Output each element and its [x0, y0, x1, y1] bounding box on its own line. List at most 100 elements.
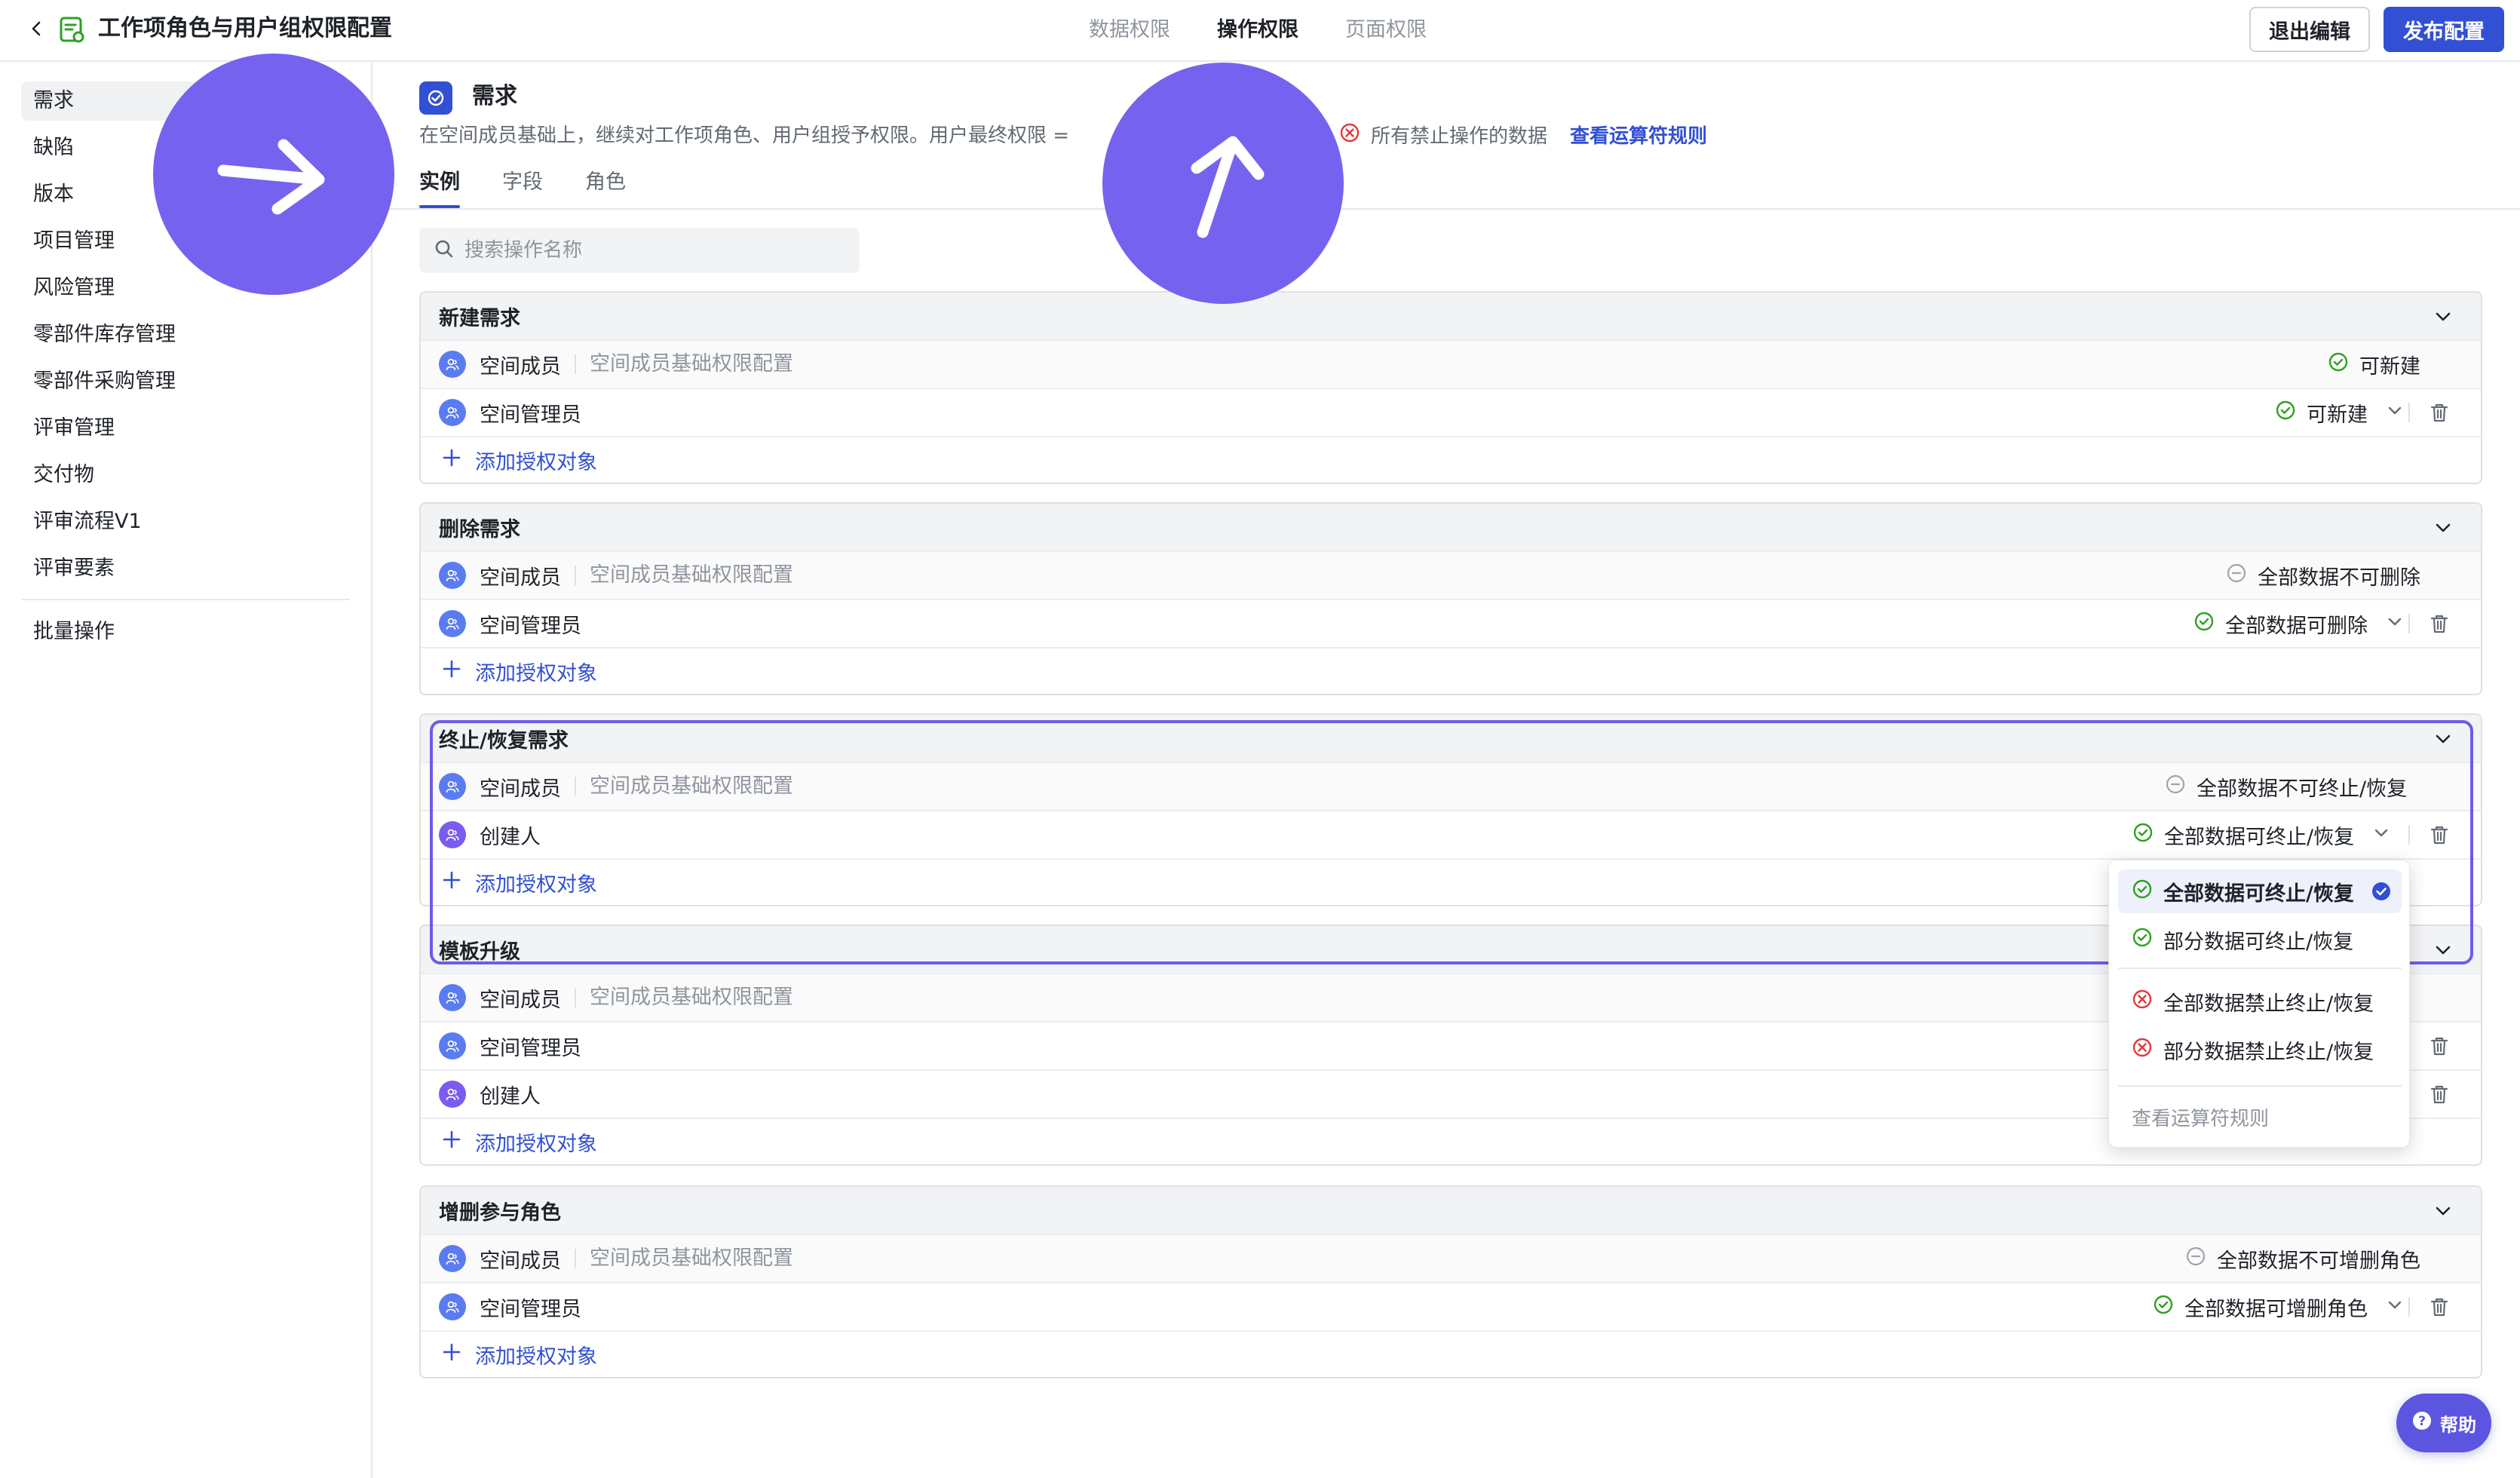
permission-value: 全部数据不可增删角色 [2185, 1235, 2420, 1282]
help-button[interactable]: ? 帮助 [2396, 1394, 2491, 1452]
tab-data-permission[interactable]: 数据权限 [1089, 15, 1170, 45]
sidebar-item[interactable]: 交付物 [21, 455, 353, 495]
add-grantee-button[interactable]: 添加授权对象 [421, 1330, 2481, 1377]
deny-circle-icon [2132, 989, 2153, 1015]
dropdown-option[interactable]: 全部数据禁止终止/恢复 [2118, 980, 2402, 1023]
permission-label: 全部数据不可增删角色 [2217, 1249, 2420, 1273]
dropdown-chevron-icon[interactable] [2386, 612, 2404, 636]
trash-icon[interactable] [2428, 1296, 2451, 1323]
grantee-row: 空间管理员 可新建 [421, 388, 2481, 436]
section-tabs: 实例 字段 角色 [419, 167, 668, 208]
dropdown-chevron-icon[interactable] [2386, 401, 2404, 425]
plus-icon [442, 659, 461, 684]
svg-text:?: ? [2418, 1414, 2426, 1429]
add-grantee-button[interactable]: 添加授权对象 [421, 436, 2481, 483]
minus-circle-icon [2185, 1246, 2206, 1272]
top-bar: 工作项角色与用户组权限配置 数据权限 操作权限 页面权限 退出编辑 发布配置 [0, 0, 2520, 62]
dropdown-chevron-icon[interactable] [2372, 823, 2390, 847]
trash-icon[interactable] [2428, 401, 2451, 429]
grantee-row: 空间成员 空间成员基础权限配置 全部数据不可删除 [421, 550, 2481, 599]
permission-value[interactable]: 全部数据可删除 [2194, 600, 2404, 647]
user-group-icon [439, 351, 466, 378]
permission-value[interactable]: 全部数据可增删角色 [2153, 1283, 2404, 1330]
search-box[interactable] [419, 228, 860, 273]
description-deny-text: 所有禁止操作的数据 [1371, 125, 1548, 148]
plus-icon [442, 1130, 461, 1154]
add-grantee-label: 添加授权对象 [475, 450, 597, 474]
add-grantee-button[interactable]: 添加授权对象 [421, 647, 2481, 694]
dropdown-chevron-icon[interactable] [2386, 1296, 2404, 1319]
permission-card: 新建需求 空间成员 空间成员基础权限配置 可新建 空间管理员 可新建 添加授权对象 [419, 291, 2482, 484]
tab-operation-permission[interactable]: 操作权限 [1217, 15, 1298, 45]
sidebar-item-batch[interactable]: 批量操作 [21, 612, 353, 652]
sidebar-item[interactable]: 评审管理 [21, 409, 353, 448]
grantee-row: 空间管理员 全部数据可删除 [421, 599, 2481, 647]
permission-label: 全部数据可增删角色 [2184, 1297, 2368, 1321]
trash-icon[interactable] [2428, 612, 2451, 640]
dropdown-option[interactable]: 全部数据可终止/恢复 [2118, 869, 2402, 913]
trash-icon[interactable] [2428, 823, 2451, 851]
tab-role[interactable]: 角色 [585, 167, 626, 208]
permission-value[interactable]: 可新建 [2275, 389, 2404, 436]
publish-config-button[interactable]: 发布配置 [2384, 7, 2504, 52]
permission-value: 可新建 [2328, 341, 2420, 388]
section-description-tail: 所有禁止操作的数据 查看运算符规则 [1339, 122, 1707, 151]
check-circle-icon [2153, 1294, 2174, 1320]
option-label: 全部数据可终止/恢复 [2163, 882, 2354, 906]
trash-icon[interactable] [2428, 1083, 2451, 1111]
user-group-icon [439, 562, 466, 589]
card-header[interactable]: 增删参与角色 [421, 1187, 2481, 1234]
operator-rules-link[interactable]: 查看运算符规则 [1570, 123, 1707, 150]
exit-edit-button[interactable]: 退出编辑 [2249, 7, 2370, 52]
grantee-subtitle: 空间成员基础权限配置 [575, 1248, 793, 1268]
row-divider [2408, 614, 2410, 633]
card-header[interactable]: 删除需求 [421, 504, 2481, 550]
collapse-chevron-icon[interactable] [2433, 1200, 2454, 1227]
card-header[interactable]: 新建需求 [421, 293, 2481, 339]
user-group-icon [439, 399, 466, 426]
dropdown-option[interactable]: 部分数据可终止/恢复 [2118, 918, 2402, 961]
section-title: 需求 [472, 83, 517, 109]
dropdown-rules-link[interactable]: 查看运算符规则 [2132, 1103, 2269, 1131]
tab-instance[interactable]: 实例 [419, 167, 460, 208]
permission-label: 可新建 [2359, 354, 2420, 379]
sidebar-item[interactable]: 评审流程V1 [21, 502, 353, 541]
collapse-chevron-icon[interactable] [2433, 940, 2454, 966]
user-group-icon [439, 1081, 466, 1108]
trash-icon[interactable] [2428, 1035, 2451, 1063]
collapse-chevron-icon[interactable] [2433, 728, 2454, 755]
top-tabs: 数据权限 操作权限 页面权限 [1089, 15, 1473, 45]
card-title: 模板升级 [439, 940, 520, 964]
collapse-chevron-icon[interactable] [2433, 517, 2454, 544]
grantee-row: 空间成员 空间成员基础权限配置 全部数据不可终止/恢复 [421, 762, 2481, 810]
user-group-icon [439, 821, 466, 848]
tab-page-permission[interactable]: 页面权限 [1345, 15, 1427, 45]
plus-icon [442, 448, 461, 473]
grantee-row: 空间成员 空间成员基础权限配置 全部数据不可增删角色 [421, 1234, 2481, 1282]
deny-icon [1339, 122, 1360, 151]
card-header[interactable]: 终止/恢复需求 [421, 715, 2481, 762]
requirement-icon [419, 81, 452, 115]
dropdown-option[interactable]: 部分数据禁止终止/恢复 [2118, 1028, 2402, 1072]
tab-field[interactable]: 字段 [502, 167, 543, 208]
help-icon: ? [2411, 1410, 2433, 1436]
sidebar-item[interactable]: 零部件采购管理 [21, 362, 353, 401]
user-group-icon [439, 984, 466, 1011]
plus-icon [442, 870, 461, 895]
grantee-subtitle: 空间成员基础权限配置 [575, 776, 793, 796]
grantee-subtitle: 空间成员基础权限配置 [575, 354, 793, 374]
grantee-name: 空间管理员 [480, 614, 581, 638]
search-input[interactable] [464, 239, 842, 262]
minus-circle-icon [2165, 774, 2186, 800]
permission-card: 增删参与角色 空间成员 空间成员基础权限配置 全部数据不可增删角色 空间管理员 全部数据可… [419, 1185, 2482, 1378]
back-chevron-icon[interactable] [23, 15, 50, 42]
user-group-icon [439, 1293, 466, 1320]
section-description: 在空间成员基础上，继续对工作项角色、用户组授予权限。用户最终权限 = [419, 124, 1070, 147]
check-circle-icon [2132, 822, 2154, 848]
collapse-chevron-icon[interactable] [2433, 306, 2454, 333]
sidebar-item[interactable]: 零部件库存管理 [21, 315, 353, 354]
plus-icon [442, 1342, 461, 1367]
sidebar-item[interactable]: 评审要素 [21, 549, 353, 588]
permission-value[interactable]: 全部数据可终止/恢复 [2132, 811, 2390, 858]
permission-label: 全部数据不可终止/恢复 [2197, 777, 2408, 801]
